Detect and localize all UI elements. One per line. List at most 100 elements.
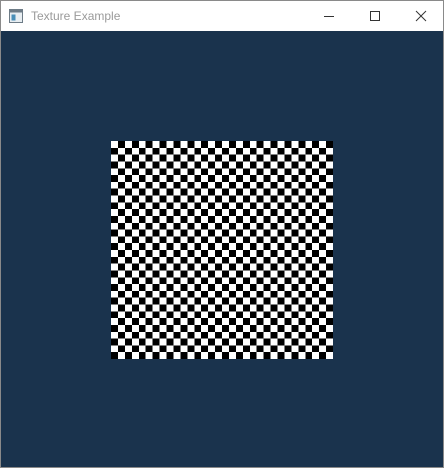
texture-cell [159,209,167,216]
minimize-icon [324,16,334,17]
texture-cell [201,168,209,176]
texture-cell [208,215,216,223]
texture-cell [270,290,278,298]
texture-cell [138,338,146,346]
texture-cell [131,168,139,176]
texture-cell [277,188,285,196]
texture-cell [284,168,292,176]
texture-cell [291,297,299,305]
texture-cell [256,168,264,176]
texture-cell [263,324,271,332]
texture-cell [111,147,118,155]
title-bar[interactable]: Texture Example [1,1,443,31]
texture-cell [180,188,188,196]
texture-cell [159,290,167,298]
texture-cell [235,188,243,196]
texture-cell [145,345,153,353]
texture-cell [263,256,271,264]
texture-cell [117,331,125,339]
texture-cell [326,168,333,176]
texture-cell [194,147,202,155]
texture-cell [138,324,146,332]
texture-cell [215,209,222,216]
texture-cell [291,229,299,237]
texture-cell [111,188,118,196]
texture-cell [131,154,139,162]
close-button[interactable] [398,1,444,31]
render-area[interactable] [1,31,443,467]
texture-cell [312,318,320,325]
texture-cell [208,311,216,319]
texture-cell [249,297,257,305]
texture-cell [117,304,125,312]
texture-cell [152,188,160,196]
application-window: Texture Example [0,0,444,468]
texture-cell [291,215,299,223]
texture-cell [291,161,299,169]
texture-cell [270,168,278,176]
texture-cell [194,256,202,264]
texture-cell [256,209,264,216]
texture-cell [291,147,299,155]
texture-cell [187,168,195,176]
texture-cell [187,331,195,339]
texture-cell [145,209,153,216]
texture-cell [298,345,306,353]
texture-cell [256,277,264,285]
texture-cell [187,304,195,312]
texture-cell [312,154,320,162]
texture-cell [159,250,167,257]
texture-cell [228,168,236,176]
texture-cell [187,141,195,148]
texture-cell [298,195,306,203]
texture-cell [187,181,195,189]
minimize-button[interactable] [306,1,352,31]
texture-cell [235,270,243,278]
texture-cell [187,222,195,230]
texture-cell [235,175,243,182]
texture-cell [242,168,250,176]
texture-cell [173,209,181,216]
texture-cell [228,277,236,285]
texture-cell [228,181,236,189]
texture-cell [319,215,327,223]
texture-cell [312,195,320,203]
texture-cell [291,202,299,210]
texture-cell [138,175,146,182]
texture-cell [270,277,278,285]
texture-cell [208,352,216,359]
texture-cell [138,188,146,196]
texture-cell [298,250,306,257]
texture-cell [222,352,229,359]
texture-cell [305,161,313,169]
texture-cell [117,277,125,285]
texture-cell [159,141,167,148]
texture-cell [305,284,313,291]
texture-cell [277,229,285,237]
texture-cell [187,236,195,244]
texture-cell [228,318,236,325]
texture-cell [152,256,160,264]
texture-cell [249,188,257,196]
texture-cell [256,222,264,230]
texture-cell [228,141,236,148]
texture-cell [208,243,216,250]
texture-cell [111,215,118,223]
texture-cell [215,318,222,325]
texture-cell [145,263,153,271]
texture-cell [201,277,209,285]
texture-cell [159,318,167,325]
maximize-icon [370,11,380,21]
texture-cell [173,195,181,203]
texture-cell [208,202,216,210]
texture-cell [173,304,181,312]
texture-cell [284,154,292,162]
texture-cell [242,318,250,325]
texture-cell [131,277,139,285]
texture-cell [194,161,202,169]
texture-cell [235,338,243,346]
texture-cell [124,147,132,155]
texture-cell [111,352,118,359]
maximize-button[interactable] [352,1,398,31]
texture-cell [256,290,264,298]
